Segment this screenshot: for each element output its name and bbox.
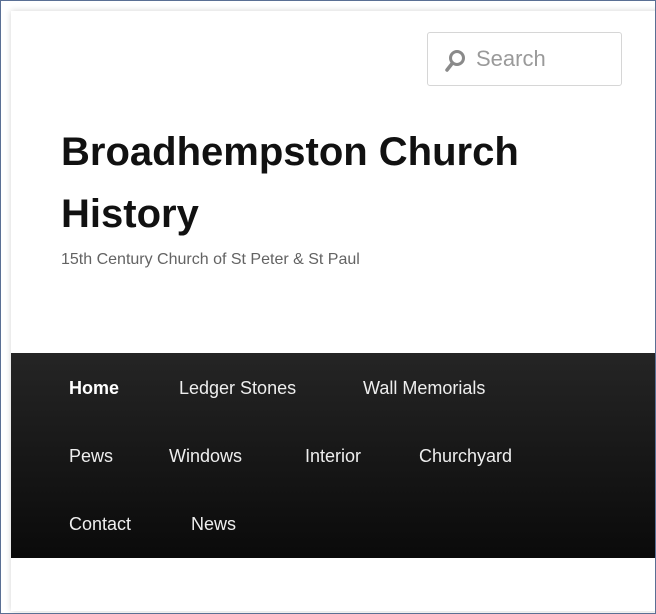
nav-item-churchyard[interactable]: Churchyard: [419, 446, 512, 467]
nav-item-wall-memorials[interactable]: Wall Memorials: [363, 378, 485, 399]
nav-item-windows[interactable]: Windows: [169, 446, 242, 467]
site-title-line-2[interactable]: History: [61, 192, 199, 236]
nav-item-home[interactable]: Home: [69, 378, 119, 399]
nav-item-interior[interactable]: Interior: [305, 446, 361, 467]
nav-item-news[interactable]: News: [191, 514, 236, 535]
search-icon: [445, 50, 465, 72]
nav-item-contact[interactable]: Contact: [69, 514, 131, 535]
screenshot-frame: Broadhempston Church History 15th Centur…: [0, 0, 656, 614]
site-title[interactable]: Broadhempston Church History: [61, 121, 621, 245]
search-input[interactable]: [476, 45, 616, 73]
search-box[interactable]: [427, 32, 622, 86]
site-title-line-1[interactable]: Broadhempston Church: [61, 130, 519, 174]
site-description: 15th Century Church of St Peter & St Pau…: [61, 251, 360, 268]
nav-item-ledger-stones[interactable]: Ledger Stones: [179, 378, 296, 399]
main-navigation: Home Ledger Stones Wall Memorials Pews W…: [11, 353, 655, 558]
nav-item-pews[interactable]: Pews: [69, 446, 113, 467]
